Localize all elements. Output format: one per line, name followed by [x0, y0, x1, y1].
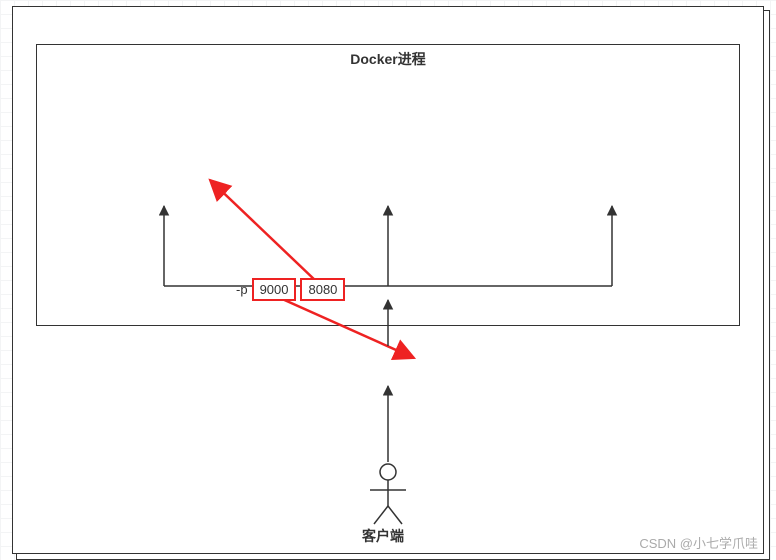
actor-label: 客户端: [362, 526, 404, 546]
docker-process-title: Docker进程: [37, 45, 739, 71]
port-mapping-container-port: 8080: [300, 278, 345, 301]
watermark: CSDN @小七学爪哇: [639, 533, 758, 552]
port-mapping-host-port: 9000: [252, 278, 297, 301]
docker-process-box: Docker进程: [36, 44, 740, 326]
port-mapping-flag: -p: [236, 282, 248, 297]
host-firewall-box: 防火墙 端口9000: [12, 6, 704, 40]
port-mapping: -p 9000 8080: [236, 278, 345, 301]
